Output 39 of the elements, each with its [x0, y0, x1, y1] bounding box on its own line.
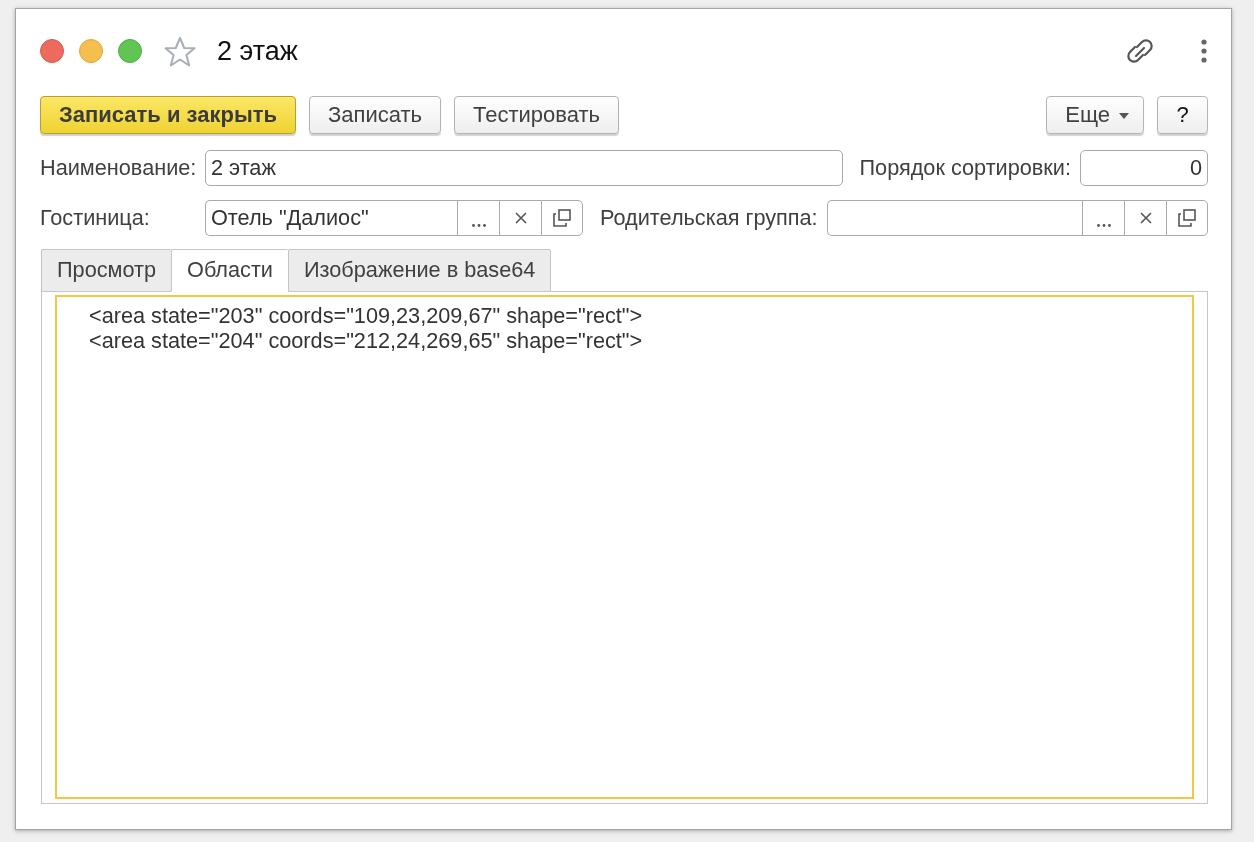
ellipsis-icon	[471, 223, 486, 227]
tab[interactable]: Области	[171, 249, 288, 292]
link-icon[interactable]	[1124, 36, 1156, 66]
tab[interactable]: Просмотр	[41, 249, 172, 292]
copy-icon	[553, 209, 571, 227]
field-label: Порядок сортировки:	[859, 153, 1071, 182]
name-input-field[interactable]: 2 этаж	[205, 150, 843, 186]
save-and-close-button[interactable]: Записать и закрыть	[40, 96, 297, 134]
field-label: Гостиница:	[40, 203, 151, 232]
toolbar-button[interactable]: Записать	[309, 96, 442, 134]
help-button[interactable]: ?	[1157, 96, 1208, 134]
minimize-button[interactable]	[79, 39, 103, 63]
star-icon[interactable]	[163, 35, 197, 67]
window-title: 2 этаж	[217, 35, 298, 67]
close-button[interactable]	[40, 39, 64, 63]
ellipsis-icon	[1096, 223, 1111, 227]
choose-button[interactable]	[1082, 200, 1124, 236]
caret-icon	[1119, 113, 1129, 120]
code-line: <area state="204" coords="212,24,269,65" shape="rect">	[89, 328, 643, 353]
choose-button[interactable]	[457, 200, 499, 236]
open-button[interactable]	[541, 200, 583, 236]
hotel-input-field[interactable]: Отель "Далиос"	[205, 200, 457, 236]
text-editor-field[interactable]: <area state="203" coords="109,23,209,67" shape="rect"> <area state="204" coords="212,24,269,65" shape="rect">	[55, 295, 1194, 799]
close-icon	[514, 212, 527, 224]
close-icon	[1139, 212, 1152, 224]
more-menu-icon[interactable]	[1201, 39, 1207, 63]
clear-button[interactable]	[499, 200, 541, 236]
more-button[interactable]: Еще	[1046, 96, 1144, 134]
field-label: Родительская группа:	[600, 203, 818, 232]
copy-icon	[1178, 209, 1196, 227]
parent-group-input-field[interactable]	[826, 200, 1082, 236]
code-line: <area state="203" coords="109,23,209,67" shape="rect">	[89, 303, 643, 328]
maximize-button[interactable]	[118, 39, 142, 63]
toolbar-button[interactable]: Тестировать	[454, 96, 620, 134]
clear-button[interactable]	[1124, 200, 1166, 236]
open-button[interactable]	[1166, 200, 1208, 236]
field-label: Наименование:	[40, 153, 198, 182]
tab[interactable]: Изображение в base64	[288, 249, 552, 292]
sort-order-input-field[interactable]: 0	[1080, 150, 1208, 186]
